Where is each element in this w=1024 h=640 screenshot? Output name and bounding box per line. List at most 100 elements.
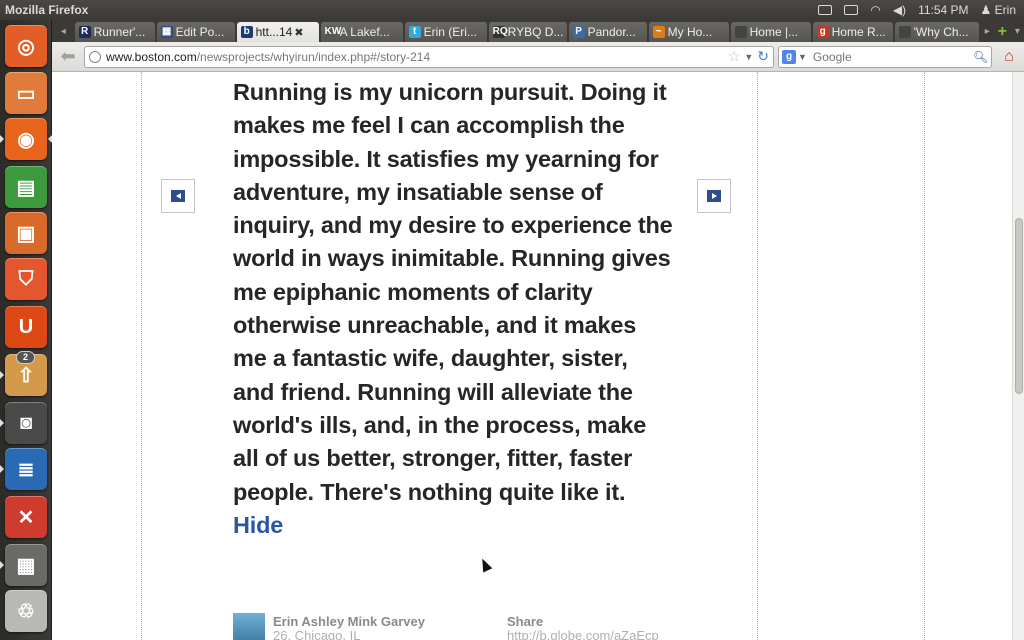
search-input[interactable] [812,49,973,64]
home-icon: ⌂ [1004,47,1014,65]
launcher-workspaces-button[interactable]: ▦ [5,544,47,586]
running-indicator [0,371,4,379]
url-bar[interactable]: www.boston.com/newsprojects/whyirun/inde… [84,45,774,68]
user-icon: ♟ [980,3,992,17]
files-icon: ▭ [16,82,36,105]
tab-scroll-right-icon[interactable]: ▸ [981,22,994,42]
browser-tab[interactable]: KW A Lakef... [320,22,403,42]
browser-tab[interactable]: g Home R... [812,22,893,42]
launcher-spreadsheet-button[interactable]: ▤ [5,166,47,208]
tab-favicon-icon [898,26,911,38]
tab-favicon-icon: P [572,26,585,38]
reload-icon[interactable]: ↻ [757,48,769,65]
tab-favicon-icon: b [240,26,253,38]
tab-label: Erin (Eri... [423,25,477,39]
trash-icon: ♲ [17,600,35,623]
arrow-left-icon [171,190,185,202]
tab-favicon-icon [734,26,747,38]
presentation-icon: ▣ [16,222,36,245]
search-engine-dropdown-icon[interactable]: ▼ [798,52,807,62]
scrollbar-thumb[interactable] [1015,218,1023,394]
tab-label: RYBQ D... [507,25,563,39]
user-menu[interactable]: ♟ Erin [981,3,1016,17]
launcher-files-button[interactable]: ▭ [5,72,47,114]
browser-tab[interactable]: R Runner'... [74,22,155,42]
home-button[interactable]: ⌂ [997,46,1021,68]
launcher: ◎ ▭ ◉ ▤ ▣ ⛉ U ⇧ 2 ◙ ≣ ✕ ▦ ♲ [0,20,52,640]
launcher-trash-button[interactable]: ♲ [5,590,47,632]
browser-tab[interactable]: ~ My Ho... [648,22,729,42]
system-monitor-icon: ◙ [19,411,33,434]
tab-list-icon[interactable]: ▾ [1011,22,1024,42]
spreadsheet-icon: ▤ [16,176,36,199]
browser-tab[interactable]: 'Why Ch... [894,22,979,42]
author-avatar [233,613,265,640]
previous-story-button[interactable] [161,179,195,213]
browser-tab[interactable]: b htt...14 ✖ [236,22,319,42]
dash-icon: ◎ [17,35,35,58]
author-location: 26, Chicago, IL [273,628,361,640]
tab-favicon-icon: g [816,26,829,38]
mail-icon[interactable] [818,5,833,15]
launcher-presentation-button[interactable]: ▣ [5,212,47,254]
volume-icon[interactable]: ◀) [893,3,906,17]
navigation-bar: ⬅ www.boston.com/newsprojects/whyirun/in… [52,42,1024,72]
story-text: Running is my unicorn pursuit. Doing it … [233,76,673,542]
column-guide-mid [757,72,758,640]
firefox-icon: ◉ [17,128,35,151]
next-story-button[interactable] [697,179,731,213]
launcher-updates-button[interactable]: ⇧ 2 [5,351,47,396]
browser-tab[interactable]: Home |... [730,22,811,42]
tabs-container: R Runner'... ▦ Edit Po... b htt...14 ✖ KW A Lake… [74,22,981,42]
launcher-dash-button[interactable]: ◎ [5,25,47,67]
search-bar[interactable]: g ▼ 🔍︎ [778,45,992,68]
url-path: /newsprojects/whyirun/index.php#/story-2… [196,49,431,64]
tab-favicon-icon: t [408,26,421,38]
launcher-shopping-button[interactable]: ⛉ [5,258,47,300]
page-content: Running is my unicorn pursuit. Doing it … [52,72,1012,640]
running-indicator [0,419,4,427]
browser-tab[interactable]: RQ RYBQ D... [488,22,567,42]
page-scrollbar[interactable] [1012,72,1024,640]
launcher-system-monitor-button[interactable]: ◙ [5,402,47,444]
launcher-firefox-button[interactable]: ◉ [5,118,47,160]
back-arrow-icon: ⬅ [60,46,76,66]
tab-scroll-left-icon[interactable]: ◂ [52,22,75,42]
launcher-writer-button[interactable]: ≣ [5,448,47,490]
workspaces-icon: ▦ [16,554,36,577]
tab-close-icon[interactable]: ✖ [294,26,303,39]
clock[interactable]: 11:54 PM [918,3,968,17]
battery-icon[interactable] [844,5,859,15]
running-indicator [0,561,4,569]
share-label: Share [507,614,544,629]
arrow-right-icon [707,190,721,202]
hide-link[interactable]: Hide [233,512,283,538]
tab-label: Home R... [831,25,886,39]
browser-tab[interactable]: ▦ Edit Po... [156,22,235,42]
new-tab-icon[interactable]: + [994,22,1011,42]
url-text[interactable]: www.boston.com/newsprojects/whyirun/inde… [106,50,728,64]
tab-label: My Ho... [667,25,713,39]
column-guide-left [141,72,142,640]
search-icon[interactable]: 🔍︎ [973,50,991,64]
bookmark-star-icon[interactable]: ☆ [728,48,741,65]
url-host: www.boston.com [106,49,197,64]
writer-icon: ≣ [17,458,35,481]
tab-favicon-icon: R [78,26,91,38]
url-history-dropdown-icon[interactable]: ▼ [744,52,753,62]
browser-tab[interactable]: t Erin (Eri... [404,22,487,42]
tab-label: Home |... [749,25,799,39]
tab-favicon-icon: ▦ [160,26,173,38]
tab-favicon-icon: RQ [492,26,508,38]
launcher-settings-button[interactable]: ✕ [5,496,47,538]
updates-icon: ⇧ [17,364,35,387]
share-link[interactable]: http://b.globe.com/aZaEcp [507,628,659,640]
wifi-icon[interactable]: ◠ [870,3,880,17]
site-identity-icon[interactable] [89,50,101,63]
browser-tab[interactable]: P Pandor... [568,22,647,42]
search-engine-icon[interactable]: g [782,49,796,64]
launcher-ubuntu-one-button[interactable]: U [5,306,47,348]
tab-label: Edit Po... [175,25,225,39]
back-button[interactable]: ⬅ [55,46,81,68]
indicator-area: ◠ ◀) 11:54 PM ♟ Erin [818,3,1024,17]
